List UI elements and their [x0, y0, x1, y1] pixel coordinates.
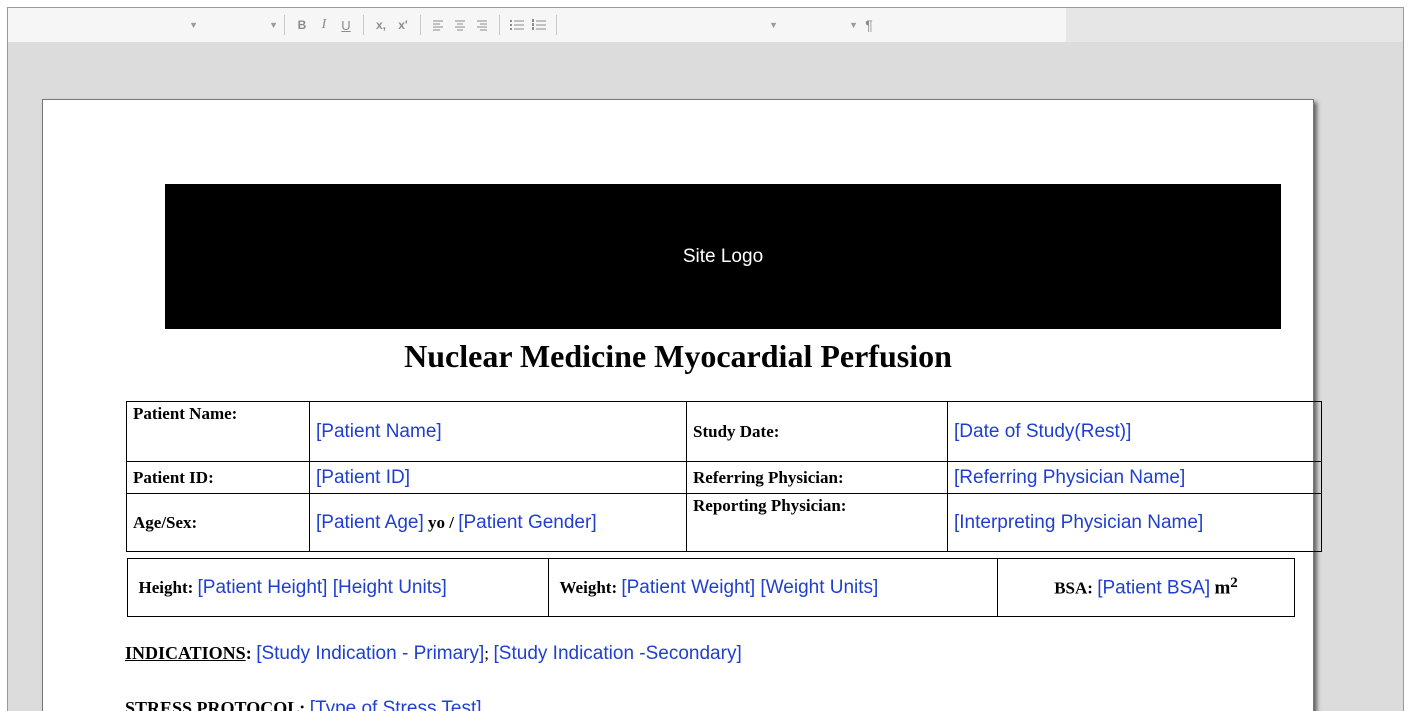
patient-gender-value: [Patient Gender] — [458, 512, 597, 533]
numbered-list-button[interactable] — [528, 14, 550, 36]
formatting-toolbar: ▼ ▼ B I U x, x' ▼ ▼ ¶ — [8, 8, 1403, 42]
indications-label: INDICATIONS — [125, 643, 246, 663]
age-sex-label: Age/Sex: — [133, 512, 198, 532]
superscript-button[interactable]: x' — [392, 14, 414, 36]
patient-age-value: [Patient Age] — [316, 512, 424, 533]
align-right-icon — [477, 20, 487, 31]
numbered-list-icon — [532, 19, 546, 30]
site-logo-text: Site Logo — [682, 245, 764, 267]
chevron-down-icon: ▼ — [189, 20, 198, 30]
bulleted-list-button[interactable] — [506, 14, 528, 36]
toolbar-divider — [556, 15, 557, 35]
weight-value: [Patient Weight] [Weight Units] — [621, 577, 879, 598]
indication-primary-value: [Study Indication - Primary] — [256, 643, 485, 664]
bold-button[interactable]: B — [291, 14, 313, 36]
reporting-cell[interactable]: [Interpreting Physician Name] — [947, 493, 1322, 552]
patient-name-label-cell: Patient Name: — [126, 401, 310, 462]
editor-window: ▼ ▼ B I U x, x' ▼ ▼ ¶ Site Logo Nuclear … — [7, 7, 1404, 711]
height-label: Height: — [138, 578, 194, 597]
reporting-physician-value: [Interpreting Physician Name] — [954, 511, 1204, 533]
weight-cell[interactable]: Weight: [Patient Weight] [Weight Units] — [548, 558, 998, 617]
weight-label: Weight: — [559, 578, 618, 597]
bsa-unit: m — [1214, 577, 1231, 599]
table-row: Patient Name: [Patient Name] Study Date:… — [126, 401, 1322, 462]
stress-protocol-label: STRESS PROTOCOL: — [125, 698, 306, 711]
study-date-cell[interactable]: [Date of Study(Rest)] — [947, 401, 1322, 462]
underline-button[interactable]: U — [335, 14, 357, 36]
height-value: [Patient Height] [Height Units] — [197, 577, 447, 598]
align-left-icon — [433, 20, 443, 31]
patient-id-label: Patient ID: — [133, 467, 214, 487]
show-formatting-button[interactable]: ¶ — [858, 14, 880, 36]
referring-physician-value: [Referring Physician Name] — [954, 466, 1186, 488]
table-row: Patient ID: [Patient ID] Referring Physi… — [126, 461, 1322, 494]
toolbar-divider — [284, 15, 285, 35]
referring-label-cell: Referring Physician: — [686, 461, 948, 494]
indication-separator: ; — [484, 644, 490, 663]
patient-name-cell[interactable]: [Patient Name] — [309, 401, 687, 462]
bsa-exponent: 2 — [1230, 575, 1238, 592]
bsa-cell[interactable]: BSA: [Patient BSA] m2 — [997, 558, 1295, 617]
patient-id-cell[interactable]: [Patient ID] — [309, 461, 687, 494]
font-family-dropdown[interactable]: ▼ — [563, 14, 778, 36]
chevron-down-icon: ▼ — [269, 20, 278, 30]
bsa-label: BSA: — [1054, 578, 1093, 598]
indications-line: INDICATIONS: [Study Indication - Primary… — [125, 643, 742, 665]
reporting-physician-label: Reporting Physician: — [693, 496, 847, 515]
font-size-select[interactable]: ▼ — [778, 14, 858, 36]
style-dropdown[interactable]: ▼ — [8, 14, 198, 36]
table-row: Age/Sex: [Patient Age] yo / [Patient Gen… — [126, 493, 1322, 552]
study-date-value: [Date of Study(Rest)] — [954, 420, 1132, 442]
patient-name-value: [Patient Name] — [316, 420, 442, 442]
bsa-value: [Patient BSA] — [1097, 577, 1211, 599]
indication-secondary-value: [Study Indication -Secondary] — [493, 643, 742, 664]
align-center-button[interactable] — [449, 14, 471, 36]
height-cell[interactable]: Height: [Patient Height] [Height Units] — [127, 558, 549, 617]
age-sex-label-cell: Age/Sex: — [126, 493, 310, 552]
site-logo-placeholder: Site Logo — [165, 184, 1281, 329]
italic-button[interactable]: I — [313, 14, 335, 36]
study-date-label-cell: Study Date: — [686, 401, 948, 462]
document-page[interactable]: Site Logo Nuclear Medicine Myocardial Pe… — [42, 99, 1322, 711]
stress-protocol-line: STRESS PROTOCOL: [Type of Stress Test] — [125, 698, 482, 711]
patient-id-label-cell: Patient ID: — [126, 461, 310, 494]
font-size-dropdown[interactable]: ▼ — [198, 14, 278, 36]
toolbar-divider — [420, 15, 421, 35]
age-sex-cell[interactable]: [Patient Age] yo / [Patient Gender] — [309, 493, 687, 552]
document-title: Nuclear Medicine Myocardial Perfusion — [404, 338, 952, 374]
align-right-button[interactable] — [471, 14, 493, 36]
toolbar-divider — [499, 15, 500, 35]
study-date-label: Study Date: — [693, 421, 780, 441]
patient-name-label: Patient Name: — [133, 404, 238, 423]
chevron-down-icon: ▼ — [849, 20, 858, 30]
patient-id-value: [Patient ID] — [316, 466, 410, 488]
indications-colon: : — [245, 643, 252, 663]
reporting-label-cell: Reporting Physician: — [686, 493, 948, 552]
bulleted-list-icon — [510, 20, 524, 30]
subscript-button[interactable]: x, — [370, 14, 392, 36]
toolbar-empty-area — [1066, 8, 1403, 42]
referring-cell[interactable]: [Referring Physician Name] — [947, 461, 1322, 494]
referring-physician-label: Referring Physician: — [693, 467, 844, 487]
toolbar-divider — [363, 15, 364, 35]
stress-protocol-value: [Type of Stress Test] — [309, 698, 482, 711]
align-center-icon — [455, 20, 465, 31]
age-suffix: yo / — [428, 513, 454, 532]
table-row: Height: [Patient Height] [Height Units] … — [127, 558, 1295, 617]
patient-info-table: Patient Name: [Patient Name] Study Date:… — [126, 401, 1322, 552]
align-left-button[interactable] — [427, 14, 449, 36]
chevron-down-icon: ▼ — [769, 20, 778, 30]
measurements-table: Height: [Patient Height] [Height Units] … — [127, 558, 1295, 617]
